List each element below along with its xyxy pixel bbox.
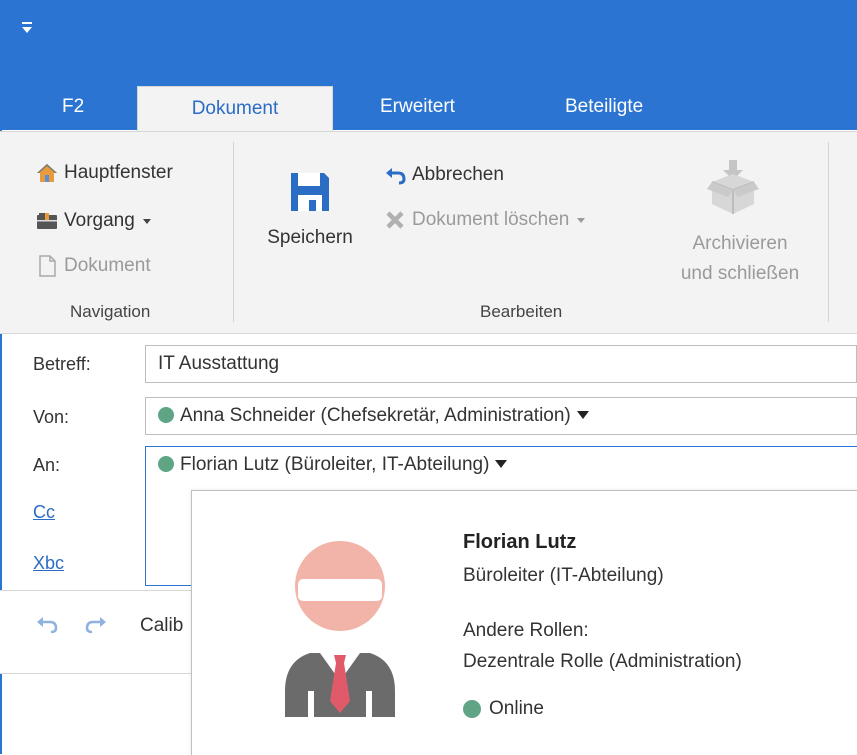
bearbeiten-group-label: Bearbeiten [480,302,563,321]
presence-dot [158,456,174,472]
abbrechen-button[interactable]: Abbrechen [384,164,504,186]
navigation-group-label: Navigation [70,302,151,321]
undo-icon[interactable] [35,615,59,635]
xbc-link[interactable]: Xbc [33,553,64,574]
abbrechen-label: Abbrechen [412,164,504,185]
save-icon [291,173,329,211]
betreff-label: Betreff: [33,354,91,374]
other-role: Dezentrale Rolle (Administration) [463,651,742,672]
folder-icon [36,210,58,232]
hauptfenster-label: Hauptfenster [64,162,173,183]
from-field[interactable]: Anna Schneider (Chefsekretär, Administra… [145,397,857,435]
archivieren-button[interactable]: Archivieren und schließen [660,154,820,294]
dokument-nav-label: Dokument [64,255,151,276]
subject-input[interactable]: IT Ausstattung [145,345,857,383]
font-name-select[interactable]: Calib [140,615,183,637]
tab-dokument[interactable]: Dokument [137,86,333,131]
cc-link[interactable]: Cc [33,502,55,523]
to-value: Florian Lutz (Büroleiter, IT-Abteilung) [180,454,490,475]
tab-erweitert[interactable]: Erweitert [380,85,455,129]
archivieren-label-2: und schließen [680,263,800,284]
ribbon-separator [828,142,829,322]
document-icon [36,255,58,277]
avatar [285,541,395,717]
chevron-down-icon [577,217,586,223]
an-label: An: [33,455,61,475]
delete-icon [384,209,406,231]
chevron-down-icon[interactable] [495,460,508,468]
contact-role: Büroleiter (IT-Abteilung) [463,565,664,586]
vorgang-label: Vorgang [64,210,135,231]
presence-dot [158,407,174,423]
undo-icon [384,164,406,186]
redo-icon[interactable] [84,615,108,635]
ribbon-separator [233,142,234,322]
dokument-nav-button[interactable]: Dokument [36,255,151,277]
subject-value: IT Ausstattung [158,353,280,374]
from-value: Anna Schneider (Chefsekretär, Administra… [180,405,571,426]
presence-status: Online [463,698,544,720]
archivieren-label-1: Archivieren [692,233,788,254]
speichern-label: Speichern [267,227,353,248]
ribbon-overflow-clipped [849,232,857,258]
chevron-down-icon [142,218,151,224]
tab-beteiligte[interactable]: Beteiligte [565,85,643,129]
title-bar [0,0,857,70]
ribbon: Hauptfenster Vorgang Dokument Navigation [0,131,857,334]
quick-access-dropdown-icon[interactable] [22,22,32,34]
other-roles-heading: Andere Rollen: [463,620,589,641]
vorgang-button[interactable]: Vorgang [36,210,151,232]
dokument-loeschen-label: Dokument löschen [412,209,570,230]
chevron-down-icon[interactable] [576,411,589,419]
hauptfenster-button[interactable]: Hauptfenster [36,162,173,184]
contact-card-popup: Florian Lutz Büroleiter (IT-Abteilung) A… [191,490,857,755]
home-icon [36,162,58,184]
dokument-loeschen-button[interactable]: Dokument löschen [384,209,586,231]
contact-name: Florian Lutz [463,531,577,553]
von-label: Von: [33,407,70,427]
tab-f2[interactable]: F2 [62,85,84,129]
online-status-icon [463,700,481,718]
archive-box-icon [707,160,759,214]
speichern-button[interactable]: Speichern [255,162,365,262]
presence-status-label: Online [489,698,544,719]
